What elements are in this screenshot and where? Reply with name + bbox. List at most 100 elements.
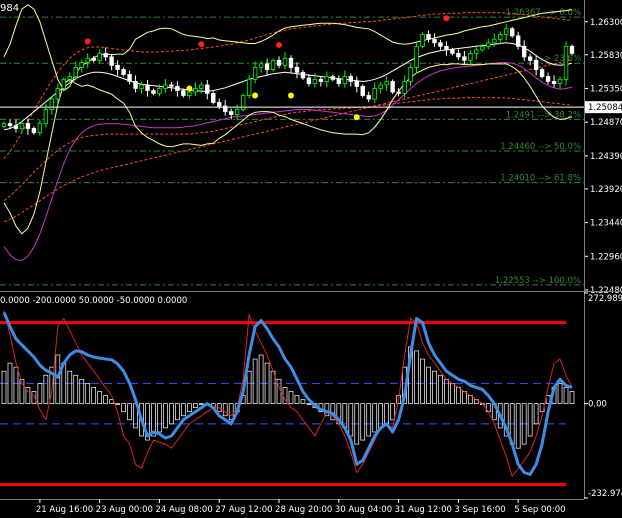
current-price-value: 1.25084 (588, 103, 622, 113)
price-tick-label: 1.25350 (590, 84, 622, 94)
candle-body (486, 42, 491, 47)
candle-body (545, 76, 551, 82)
candle-body (462, 56, 467, 61)
candle-body (521, 45, 527, 58)
candle-body (324, 76, 330, 82)
candle-body (199, 84, 204, 89)
candle-body (97, 52, 102, 61)
fractal-down-marker (186, 85, 193, 92)
candle-body (67, 76, 72, 80)
candle-body (157, 88, 162, 94)
price-axis: 1.26300 1.25830 1.25350 1.24870 1.24390 1.239… (584, 18, 622, 296)
candle-body (306, 77, 312, 84)
candle-body (426, 34, 431, 40)
candle-body (13, 125, 19, 129)
candle-body (432, 38, 437, 44)
candle-body (145, 84, 150, 91)
candle-body (384, 81, 389, 86)
candle-body (49, 98, 55, 110)
candle-body (569, 45, 575, 54)
candle-body (294, 67, 300, 73)
candle-body (396, 91, 401, 94)
candle-body (539, 69, 545, 77)
candle-body (318, 78, 324, 82)
candle-body (193, 88, 198, 93)
candle-body (217, 102, 222, 107)
fibonacci-label: 1.24460 --> 50.0% (500, 142, 581, 152)
candle-body (492, 38, 497, 44)
candle-body (73, 67, 78, 77)
price-tick-label: 1.22960 (590, 252, 622, 262)
candle-body (258, 63, 264, 68)
candle-body (169, 84, 174, 87)
price-tick-label: 1.23440 (590, 219, 622, 229)
candle-body (444, 45, 449, 51)
candle-body (336, 78, 342, 84)
fractal-down-marker (287, 92, 294, 99)
time-tick-label: 24 Aug 08:00 (155, 505, 212, 515)
candle-body (270, 59, 276, 70)
candle-body (563, 45, 569, 80)
candle-body (342, 76, 347, 84)
candle-body (79, 62, 84, 68)
candle-body (527, 56, 533, 61)
candle-body (557, 78, 563, 84)
fractal-up-marker (443, 15, 450, 22)
fibonacci-label: 1.2491 --> 38.2% (506, 110, 581, 120)
candle-body (234, 109, 240, 115)
fractal-up-marker (276, 41, 283, 48)
cci-tick-label: -232.974 (588, 489, 622, 499)
candle-body (246, 78, 252, 96)
time-tick-label: 27 Aug 12:00 (215, 505, 272, 515)
candle-body (1, 123, 7, 127)
candle-body (372, 88, 377, 100)
candle-body (348, 76, 353, 82)
candle-body (205, 84, 210, 94)
time-tick-label: 3 Sep 16:00 (454, 505, 505, 515)
time-tick-label: 28 Aug 20:00 (275, 505, 332, 515)
trading-terminal: 1.26367 --> 0.0%--> 23.6%1.2491 --> 38.2… (0, 0, 622, 518)
candle-body (61, 78, 66, 89)
candle-body (264, 63, 270, 70)
candle-body (7, 123, 13, 127)
candle-body (300, 71, 306, 79)
candle-body (510, 28, 515, 37)
candle-body (504, 28, 509, 35)
candle-body (456, 52, 461, 58)
candle-body (288, 57, 294, 68)
candle-body (378, 84, 383, 89)
fractal-down-marker (252, 92, 259, 99)
fractal-up-marker (84, 38, 91, 45)
candle-body (175, 85, 180, 91)
candle-body (25, 123, 31, 129)
candle-body (312, 78, 318, 84)
candle-body (43, 109, 49, 124)
time-tick-label: 31 Aug 12:00 (395, 505, 452, 515)
candle-body (533, 59, 539, 70)
candle-body (366, 95, 371, 100)
candle-body (103, 52, 108, 58)
candle-body (515, 35, 521, 47)
price-tick-label: 1.24870 (590, 118, 622, 128)
cci-tick-label: 0.00 (588, 400, 607, 410)
candle-body (211, 92, 216, 103)
candle-body (228, 111, 234, 115)
candle-body (360, 85, 365, 96)
candle-body (390, 81, 395, 93)
time-tick-label: 23 Aug 00:00 (96, 505, 153, 515)
candle-body (480, 45, 485, 51)
candle-body (187, 91, 192, 96)
chart-symbol-label: 984 (0, 3, 19, 14)
candle-body (55, 88, 61, 100)
candle-body (330, 76, 336, 80)
candle-body (438, 42, 443, 47)
candle-body (37, 123, 43, 134)
candle-body (551, 81, 557, 84)
candle-body (282, 57, 288, 66)
candle-body (85, 57, 90, 63)
candle-body (420, 34, 425, 47)
candle-body (31, 128, 37, 134)
candle-body (133, 81, 138, 89)
candle-body (127, 74, 132, 82)
fibonacci-label: 1.24010 --> 61.8% (500, 174, 581, 184)
